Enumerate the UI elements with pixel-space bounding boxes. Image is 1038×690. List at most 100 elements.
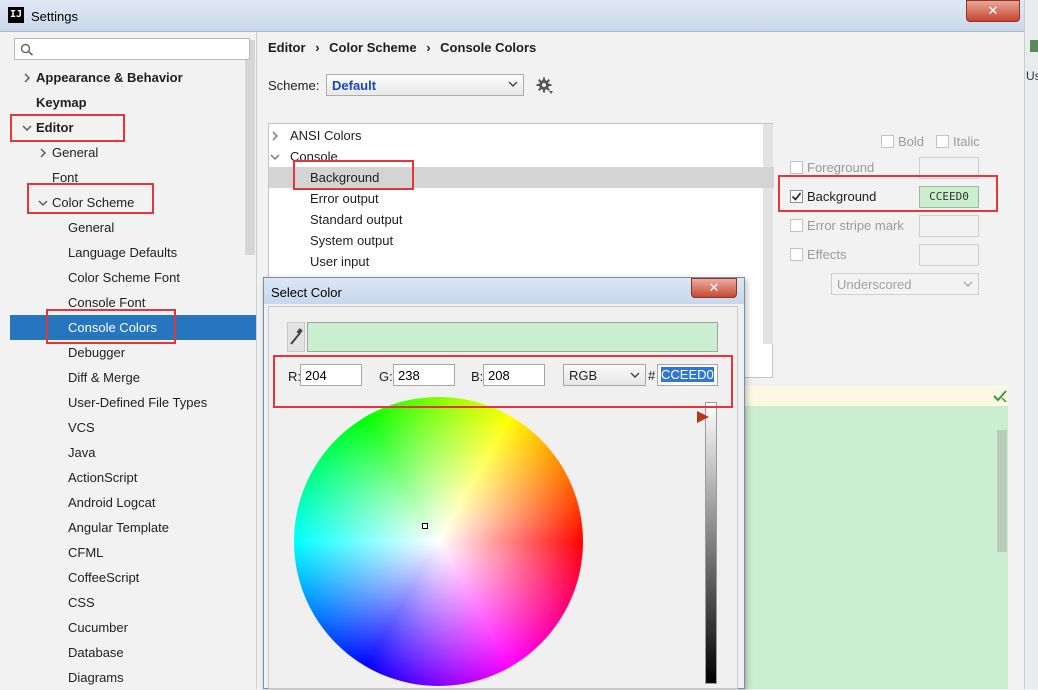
chevron-down-icon <box>630 372 640 378</box>
tree-scrollbar[interactable] <box>763 124 773 344</box>
effects-swatch[interactable] <box>919 244 979 266</box>
sidebar-item-angular-template[interactable]: Angular Template <box>68 515 169 540</box>
color-wheel[interactable] <box>294 397 583 686</box>
error-stripe-swatch[interactable] <box>919 215 979 237</box>
sidebar-item-font[interactable]: Font <box>52 165 78 190</box>
dialog-title: Select Color <box>271 285 342 300</box>
scheme-value: Default <box>332 78 377 93</box>
sidebar-item-general[interactable]: General <box>68 215 114 240</box>
preview-header-band <box>745 386 1008 406</box>
sidebar-item-diff-merge[interactable]: Diff & Merge <box>68 365 140 390</box>
checkmark-icon <box>791 192 802 201</box>
sidebar-item-cfml[interactable]: CFML <box>68 540 103 565</box>
window-title: Settings <box>31 9 78 24</box>
effects-checkbox[interactable] <box>790 248 803 261</box>
chevron-down-icon <box>508 81 518 87</box>
blue-input[interactable] <box>483 364 545 386</box>
background-checkbox[interactable] <box>790 190 803 203</box>
chevron-down-icon <box>963 281 973 287</box>
breadcrumb-editor[interactable]: Editor <box>268 40 306 55</box>
foreground-label: Foreground <box>807 160 875 175</box>
breadcrumb-separator: › <box>426 40 431 55</box>
chevron-right-icon[interactable] <box>22 72 32 84</box>
brightness-slider[interactable] <box>705 402 717 684</box>
console-tree-item-standard-output[interactable]: Standard output <box>310 212 403 227</box>
eyedropper-button[interactable] <box>287 322 305 352</box>
sidebar-item-diagrams[interactable]: Diagrams <box>68 665 124 690</box>
check-icon <box>993 390 1007 403</box>
console-tree-item-system-output[interactable]: System output <box>310 233 393 248</box>
app-icon: IJ <box>8 7 24 23</box>
eyedropper-icon <box>290 328 303 345</box>
red-input[interactable] <box>300 364 362 386</box>
effects-type-value: Underscored <box>837 277 912 292</box>
console-tree-item-background[interactable]: Background <box>310 170 379 185</box>
console-tree-item-console[interactable]: Console <box>290 149 338 164</box>
bold-label: Bold <box>898 134 925 149</box>
background-window-text: Us <box>1026 69 1038 83</box>
sidebar-item-css[interactable]: CSS <box>68 590 95 615</box>
background-window-icon <box>1030 40 1038 52</box>
sidebar-item-console-font[interactable]: Console Font <box>68 290 145 315</box>
window-close-button[interactable]: ✕ <box>966 0 1020 22</box>
breadcrumb-color-scheme[interactable]: Color Scheme <box>329 40 416 55</box>
foreground-checkbox[interactable] <box>790 161 803 174</box>
chevron-right-icon[interactable] <box>38 147 48 159</box>
chevron-right-icon[interactable] <box>270 130 280 142</box>
hex-hash-label: # <box>648 368 656 383</box>
breadcrumb-separator: › <box>315 40 320 55</box>
error-stripe-label: Error stripe mark <box>807 218 904 233</box>
chevron-down-icon[interactable] <box>38 197 48 209</box>
gear-icon[interactable] <box>536 77 554 95</box>
sidebar-item-database[interactable]: Database <box>68 640 124 665</box>
color-preview-bar <box>307 322 718 352</box>
console-tree-item-user-input[interactable]: User input <box>310 254 369 269</box>
sidebar-item-keymap[interactable]: Keymap <box>36 90 87 115</box>
hex-value: CCEED0 <box>661 367 714 382</box>
foreground-swatch[interactable] <box>919 157 979 179</box>
preview-scrollbar[interactable] <box>997 430 1007 552</box>
sidebar-scrollbar[interactable] <box>245 40 255 255</box>
brightness-slider-handle[interactable] <box>697 411 709 423</box>
sidebar-item-user-defined-file-types[interactable]: User-Defined File Types <box>68 390 207 415</box>
background-color-swatch[interactable]: CCEED0 <box>919 186 979 208</box>
console-preview[interactable] <box>745 386 1008 689</box>
chevron-down-icon[interactable] <box>22 122 32 134</box>
blue-label: B: <box>471 369 484 384</box>
background-label: Background <box>807 189 877 204</box>
color-wheel-marker[interactable] <box>422 523 428 529</box>
italic-label: Italic <box>953 134 980 149</box>
background-window-edge <box>1024 0 1038 689</box>
green-input[interactable] <box>393 364 455 386</box>
sidebar-item-debugger[interactable]: Debugger <box>68 340 125 365</box>
sidebar-item-coffeescript[interactable]: CoffeeScript <box>68 565 139 590</box>
scheme-label: Scheme: <box>268 78 320 93</box>
window-titlebar[interactable] <box>0 0 1024 32</box>
console-tree-item-ansi-colors[interactable]: ANSI Colors <box>290 128 362 143</box>
sidebar-item-console-colors[interactable]: Console Colors <box>68 315 157 340</box>
sidebar-item-java[interactable]: Java <box>68 440 95 465</box>
dialog-close-button[interactable]: ✕ <box>691 278 737 298</box>
sidebar-item-actionscript[interactable]: ActionScript <box>68 465 137 490</box>
sidebar-item-appearance-behavior[interactable]: Appearance & Behavior <box>36 65 183 90</box>
search-icon <box>20 43 34 56</box>
sidebar-item-language-defaults[interactable]: Language Defaults <box>68 240 177 265</box>
sidebar-item-cucumber[interactable]: Cucumber <box>68 615 128 640</box>
console-tree-item-error-output[interactable]: Error output <box>310 191 379 206</box>
error-stripe-checkbox[interactable] <box>790 219 803 232</box>
green-label: G: <box>379 369 393 384</box>
sidebar-item-general[interactable]: General <box>52 140 98 165</box>
sidebar-item-color-scheme[interactable]: Color Scheme <box>52 190 134 215</box>
settings-search-input[interactable] <box>14 38 250 60</box>
sidebar-item-vcs[interactable]: VCS <box>68 415 95 440</box>
sidebar-item-editor[interactable]: Editor <box>36 115 74 140</box>
bold-checkbox[interactable] <box>881 135 894 148</box>
chevron-down-icon[interactable] <box>270 151 280 163</box>
sidebar-item-android-logcat[interactable]: Android Logcat <box>68 490 155 515</box>
hex-input[interactable]: CCEED0 <box>657 364 718 386</box>
color-mode-value: RGB <box>569 368 598 383</box>
breadcrumb: Editor › Color Scheme › Console Colors <box>268 40 542 55</box>
effects-label: Effects <box>807 247 847 262</box>
sidebar-item-color-scheme-font[interactable]: Color Scheme Font <box>68 265 180 290</box>
italic-checkbox[interactable] <box>936 135 949 148</box>
